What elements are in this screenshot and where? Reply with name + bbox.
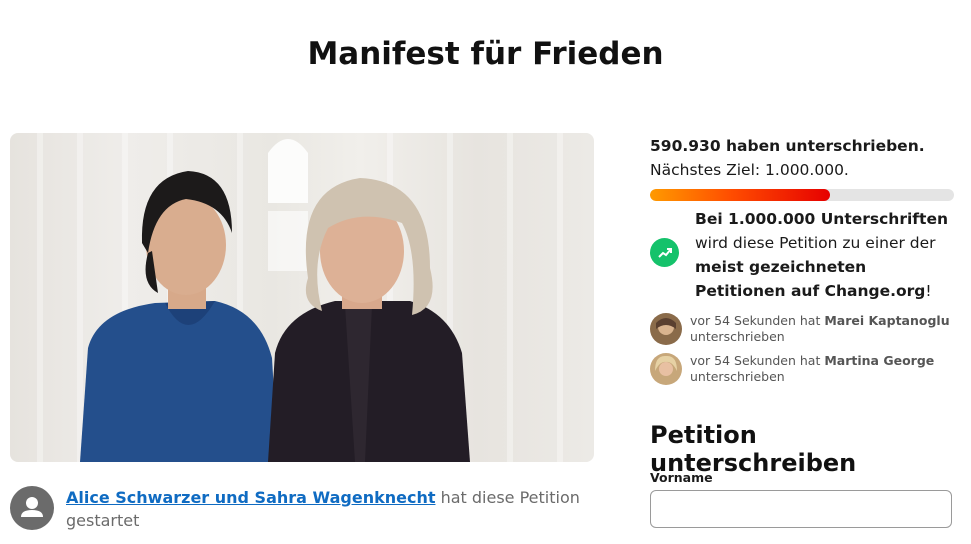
first-name-input[interactable] (650, 490, 952, 528)
milestone-part3: meist gezeichneten Petitionen auf Change… (695, 258, 926, 300)
petition-hero-image (10, 133, 594, 462)
hero-photo-illustration (37, 133, 563, 462)
first-name-label: Vorname (650, 470, 713, 485)
recent-signer: vor 54 Sekunden hat Martina George unters… (650, 353, 955, 385)
signer-text: vor 54 Sekunden hat Martina George unters… (690, 353, 955, 385)
signer-avatar (650, 313, 682, 345)
signer-time: vor 54 Sekunden hat (690, 353, 825, 368)
trending-up-icon (650, 238, 679, 267)
starter-text: Alice Schwarzer und Sahra Wagenknecht ha… (66, 486, 586, 532)
milestone-part1: Bei 1.000.000 Unterschriften (695, 210, 948, 228)
signer-action: unterschrieben (690, 329, 785, 344)
user-icon (21, 497, 43, 517)
signer-name: Marei Kaptanoglu (824, 313, 950, 328)
starter-names-link[interactable]: Alice Schwarzer und Sahra Wagenknecht (66, 488, 436, 507)
starter-avatar (10, 486, 54, 530)
signature-goal: Nächstes Ziel: 1.000.000. (650, 161, 849, 179)
signer-time: vor 54 Sekunden hat (690, 313, 825, 328)
signer-name: Martina George (824, 353, 935, 368)
progress-bar (650, 189, 954, 201)
recent-signer: vor 54 Sekunden hat Marei Kaptanoglu unte… (650, 313, 955, 345)
signature-count: 590.930 haben unterschrieben. (650, 137, 925, 155)
signer-avatar (650, 353, 682, 385)
signer-action: unterschrieben (690, 369, 785, 384)
progress-bar-fill (650, 189, 830, 201)
milestone-part2: wird diese Petition zu einer der (695, 234, 936, 252)
milestone-message: Bei 1.000.000 Unterschriften wird diese P… (695, 207, 955, 303)
signer-text: vor 54 Sekunden hat Marei Kaptanoglu unte… (690, 313, 955, 345)
page-title: Manifest für Frieden (307, 36, 664, 72)
sign-petition-heading: Petition unterschreiben (650, 421, 857, 477)
milestone-part4: ! (925, 282, 932, 300)
